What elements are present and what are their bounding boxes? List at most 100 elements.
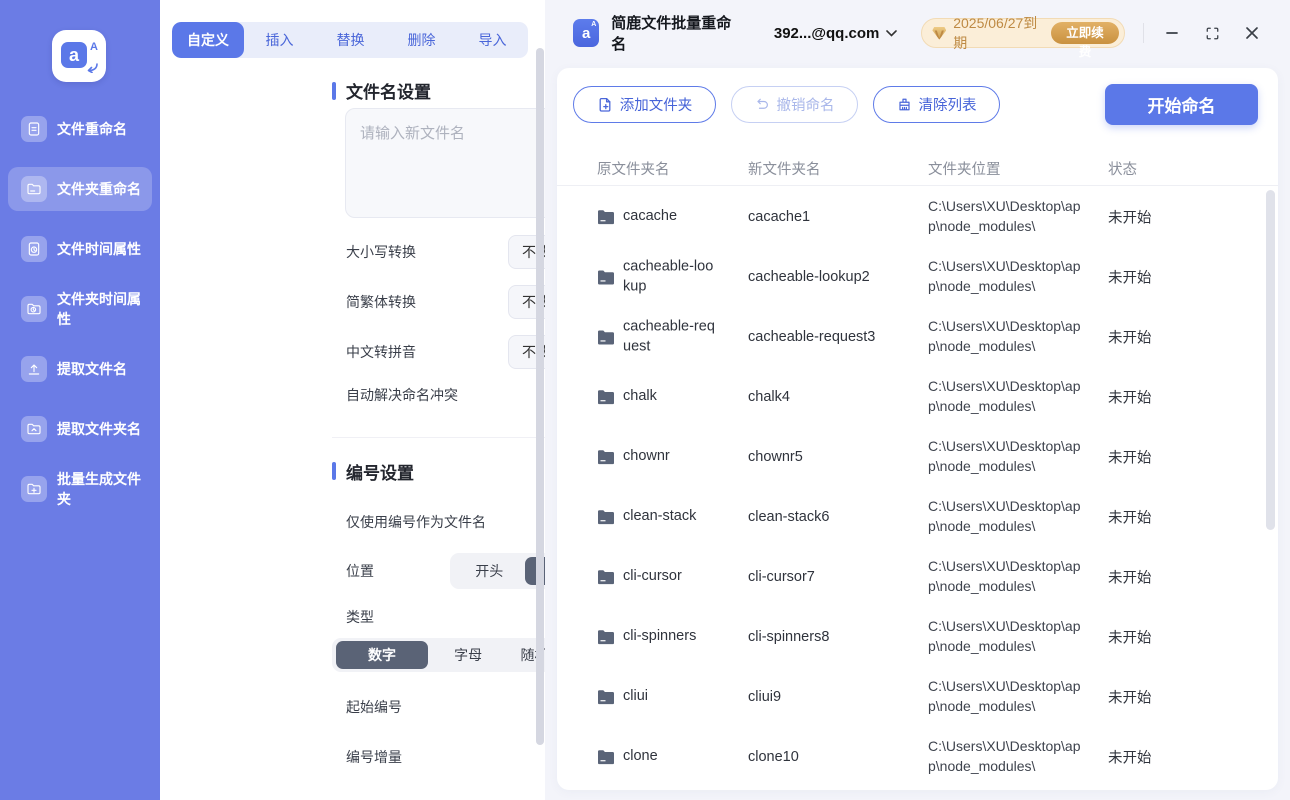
close-button[interactable]: [1244, 25, 1260, 41]
tab-custom[interactable]: 自定义: [172, 22, 244, 58]
sidebar-item-file-rename[interactable]: 文件重命名: [8, 107, 152, 151]
only-number-label: 仅使用编号作为文件名: [346, 514, 486, 530]
type-option[interactable]: 数字: [336, 641, 428, 669]
table-row[interactable]: cacache cacache1 C:\Users\XU\Desktop\app…: [557, 187, 1278, 247]
chevron-down-icon: [886, 29, 898, 37]
folder-path: C:\Users\XU\Desktop\app\node_modules\: [928, 438, 1081, 474]
original-folder-name: cacheable-lookup: [623, 258, 714, 294]
table-row[interactable]: chalk chalk4 C:\Users\XU\Desktop\app\nod…: [557, 367, 1278, 427]
tab-insert[interactable]: 插入: [244, 22, 315, 58]
table-row[interactable]: cacheable-lookup cacheable-lookup2 C:\Us…: [557, 247, 1278, 307]
new-folder-name: cacache1: [748, 209, 811, 225]
folder-path: C:\Users\XU\Desktop\app\node_modules\: [928, 378, 1081, 414]
sidebar-item-folder-time[interactable]: 文件夹时间属性: [8, 287, 152, 331]
new-folder-name: clean-stack6: [748, 509, 830, 525]
sidebar-item-file-time[interactable]: 文件时间属性: [8, 227, 152, 271]
license-badge: V 2025/06/27到期 立即续费: [921, 15, 1126, 59]
original-folder-name: cli-spinners: [623, 628, 697, 645]
row-status: 未开始: [1108, 750, 1152, 767]
table-row[interactable]: chownr chownr5 C:\Users\XU\Desktop\app\n…: [557, 427, 1278, 487]
folder-path: C:\Users\XU\Desktop\app\node_modules\: [928, 678, 1081, 714]
numbering-section-title: 编号设置: [346, 463, 414, 483]
file-rename-icon: [21, 116, 47, 142]
original-folder-name: cli-cursor: [623, 568, 682, 585]
filename-section-title: 文件名设置: [346, 83, 431, 102]
table-body: cacache cacache1 C:\Users\XU\Desktop\app…: [557, 187, 1278, 787]
sidebar-nav: 文件重命名 文件夹重命名 文件时间属性 文件夹时间属性 提取文件名 提取文件夹名…: [0, 107, 160, 527]
folder-path: C:\Users\XU\Desktop\app\node_modules\: [928, 198, 1081, 234]
col-folder-path: 文件夹位置: [928, 162, 1001, 178]
table-scrollbar[interactable]: [1266, 190, 1275, 530]
type-option[interactable]: 字母: [428, 641, 508, 669]
account-dropdown[interactable]: 392...@qq.com: [774, 25, 898, 42]
maximize-button[interactable]: [1204, 25, 1220, 41]
sidebar-item-extract-foldername[interactable]: 提取文件夹名: [8, 407, 152, 451]
original-folder-name: cacheable-request: [623, 318, 715, 354]
logo-a-icon: a: [61, 42, 87, 68]
minimize-icon: [1166, 32, 1178, 34]
tab-replace[interactable]: 替换: [315, 22, 386, 58]
folder-path: C:\Users\XU\Desktop\app\node_modules\: [928, 618, 1081, 654]
account-email: 392...@qq.com: [773, 24, 880, 42]
panel-scrollbar[interactable]: [536, 48, 544, 745]
row-status: 未开始: [1108, 510, 1152, 527]
original-folder-name: chownr: [623, 448, 670, 465]
close-icon: [1246, 27, 1258, 39]
file-time-icon: [21, 236, 47, 262]
folder-list-card: 添加文件夹 撤销命名 清除列表 开始命名 原文件夹名 新文件夹名 文件夹位置 状…: [557, 68, 1278, 790]
table-row[interactable]: clean-stack clean-stack6 C:\Users\XU\Des…: [557, 487, 1278, 547]
position-option[interactable]: 开头: [454, 557, 525, 585]
filename-section-header: 文件名设置: [332, 78, 431, 103]
table-row[interactable]: cli-spinners cli-spinners8 C:\Users\XU\D…: [557, 607, 1278, 667]
section-accent-bar: [332, 462, 336, 480]
table-row[interactable]: cliui cliui9 C:\Users\XU\Desktop\app\nod…: [557, 667, 1278, 727]
minimize-button[interactable]: [1164, 25, 1180, 41]
undo-icon: [756, 98, 768, 109]
tab-import[interactable]: 导入: [457, 22, 528, 58]
new-folder-name: chalk4: [748, 389, 790, 405]
sidebar-item-folder-rename[interactable]: 文件夹重命名: [8, 167, 152, 211]
logo-A-icon: A: [90, 41, 98, 53]
original-folder-name: chalk: [623, 388, 657, 405]
folder-path: C:\Users\XU\Desktop\app\node_modules\: [928, 498, 1081, 534]
folder-icon: [598, 510, 614, 525]
sidebar-item-batch-create[interactable]: 批量生成文件夹: [8, 467, 152, 511]
table-row[interactable]: cli-cursor cli-cursor7 C:\Users\XU\Deskt…: [557, 547, 1278, 607]
vip-gem-icon: V: [932, 26, 947, 40]
folder-icon: [598, 390, 614, 405]
rule-tabbar: 自定义 插入 替换 删除 导入: [172, 22, 528, 58]
new-folder-name: cacheable-lookup2: [748, 269, 870, 285]
new-folder-name: cli-spinners8: [748, 629, 830, 645]
sidebar-item-extract-filename[interactable]: 提取文件名: [8, 347, 152, 391]
renew-button[interactable]: 立即续费: [1050, 22, 1120, 59]
row-status: 未开始: [1108, 690, 1152, 707]
sidebar: a A 文件重命名 文件夹重命名 文件时间属性 文件夹时间属性 提取文件名 提取…: [0, 0, 160, 800]
license-expiry: 2025/06/27到期: [953, 15, 1038, 51]
folder-icon: [598, 630, 614, 645]
main-area: aA 简鹿文件批量重命名 392...@qq.com V 2025/06/27到…: [545, 0, 1290, 800]
section-accent-bar: [332, 81, 336, 100]
table-row[interactable]: cacheable-request cacheable-request3 C:\…: [557, 307, 1278, 367]
add-folder-button[interactable]: 添加文件夹: [573, 86, 716, 123]
position-label: 位置: [346, 563, 374, 579]
clear-list-icon: [898, 98, 910, 111]
row-status: 未开始: [1108, 630, 1152, 647]
start-rename-button[interactable]: 开始命名: [1105, 84, 1258, 125]
new-folder-name: cli-cursor7: [748, 569, 815, 585]
folder-icon: [598, 750, 614, 765]
settings-panel: 自定义 插入 替换 删除 导入 文件名设置 大小写转换 不改变 ▼ 简繁体转换 …: [160, 0, 673, 800]
original-folder-name: clone: [623, 748, 658, 765]
table-row[interactable]: clone clone10 C:\Users\XU\Desktop\app\no…: [557, 727, 1278, 787]
folder-time-icon: [21, 296, 47, 322]
add-folder-icon: [599, 97, 611, 112]
row-status: 未开始: [1108, 210, 1152, 227]
original-folder-name: cacache: [623, 208, 678, 225]
folder-icon: [598, 330, 614, 345]
undo-rename-button[interactable]: 撤销命名: [731, 86, 858, 123]
folder-icon: [598, 570, 614, 585]
app-window: a A 文件重命名 文件夹重命名 文件时间属性 文件夹时间属性 提取文件名 提取…: [0, 0, 1290, 800]
type-label: 类型: [346, 609, 374, 625]
tab-delete[interactable]: 删除: [386, 22, 457, 58]
clear-list-button[interactable]: 清除列表: [873, 86, 1000, 123]
extract-file-icon: [21, 356, 47, 382]
